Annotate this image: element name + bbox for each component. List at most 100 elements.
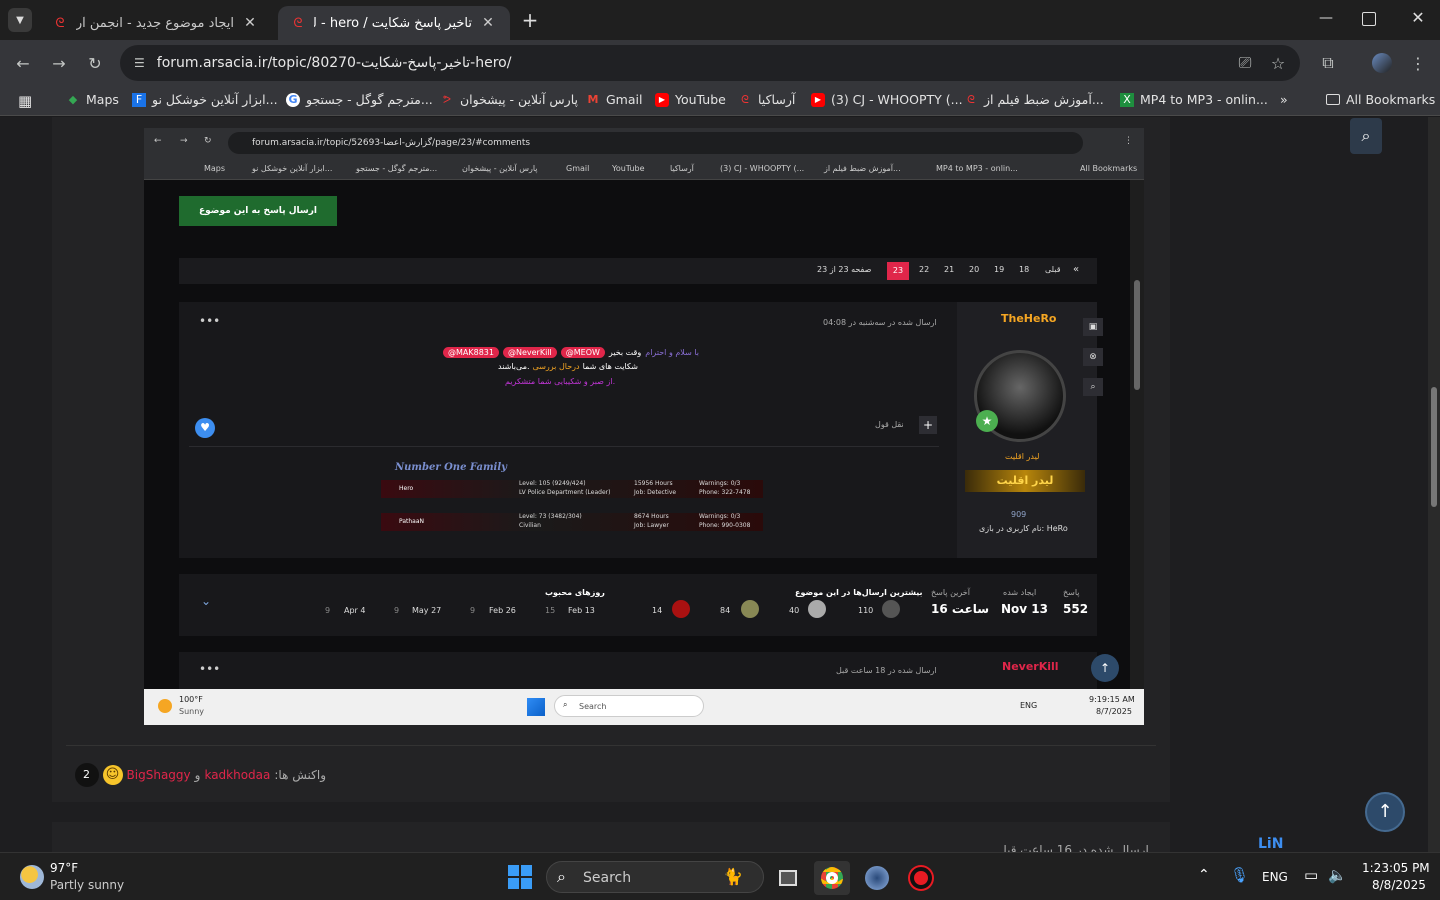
next-author[interactable]: LiN <box>1258 836 1283 852</box>
reload-icon[interactable]: ↻ <box>82 50 108 76</box>
page-scroll-thumb[interactable] <box>1431 387 1437 507</box>
minimize-button[interactable]: — <box>1316 10 1336 30</box>
taskbar-search-text: Search <box>583 870 632 886</box>
search-icon: ⌕ <box>557 867 566 886</box>
more-bookmarks-icon[interactable]: » <box>1280 92 1288 107</box>
sig-job: Job: Detective <box>634 489 677 496</box>
nested-bookmark: آموزش ضبط فیلم از... <box>824 164 901 173</box>
sig-warn: Warnings: 0/3 <box>699 480 741 487</box>
back-icon[interactable]: ← <box>10 50 36 76</box>
nested-bookmark: YouTube <box>612 164 645 173</box>
line2-a: شکایت های شما <box>582 362 638 371</box>
microphone-icon[interactable]: 🎙 <box>1230 866 1249 884</box>
clock-date[interactable]: 8/8/2025 <box>1372 878 1426 892</box>
extensions-icon[interactable]: ⧉ <box>1315 50 1341 76</box>
popular-day-count: 15 <box>545 606 556 615</box>
nested-scrollbar <box>1130 180 1144 689</box>
youtube-icon: ▶ <box>811 92 825 107</box>
rank-badge: لیدر اقلیت <box>965 470 1085 492</box>
bookmark-star-icon[interactable]: ☆ <box>1265 50 1291 76</box>
bookmark-translate[interactable]: G مترجم گوگل - جستجو... <box>286 92 433 107</box>
post-options-icon: ••• <box>199 662 221 676</box>
reaction-user[interactable]: kadkhodaa <box>204 768 270 782</box>
tab-new-topic[interactable]: ᘓ ایجاد موضوع جدید - انجمن آرساکیا ✕ <box>40 6 272 40</box>
all-bookmarks[interactable]: All Bookmarks <box>1326 92 1435 107</box>
bookmark-gmail[interactable]: M Gmail <box>586 92 643 107</box>
mention-3: @MAK8831 <box>443 347 499 358</box>
bookmark-youtube[interactable]: ▶ YouTube <box>655 92 726 107</box>
search-highlight-icon: 🐈 <box>723 867 743 886</box>
tray-expand-icon[interactable]: ⌃ <box>1198 867 1210 883</box>
close-action-icon: ⊗ <box>1083 348 1103 366</box>
popular-day: Feb 13 <box>568 606 595 615</box>
page-19: 19 <box>994 265 1005 274</box>
nested-toolbar: ← → ↻ forum.arsacia.ir/topic/52693-گزارش… <box>144 128 1144 158</box>
weather-desc[interactable]: Partly sunny <box>50 878 124 892</box>
gmail-icon: M <box>587 93 599 106</box>
sig-name: Hero <box>399 485 414 492</box>
nested-bookmark: آرساکیا <box>670 164 694 173</box>
tab-search-button[interactable]: ▼ <box>8 8 32 32</box>
bookmark-tools[interactable]: F ابزار آنلاین خوشکل نو... <box>132 92 278 107</box>
bookmark-cj[interactable]: ▶ (3) CJ - WHOOPTY (... <box>811 92 963 107</box>
poster-count: 110 <box>858 606 874 615</box>
app-circle-icon[interactable] <box>859 861 895 895</box>
poster-avatar <box>808 600 826 618</box>
post: TheHeRo ★ لیدر اقلیت لیدر اقلیت 909 نام … <box>179 302 1103 558</box>
windows-taskbar: 97°F Partly sunny ⌕ Search 🐈 ⌃ 🎙 ENG ▭ 🔈… <box>0 852 1440 900</box>
browser-toolbar: ← → ↻ ☰ forum.arsacia.ir/topic/80270-تاخ… <box>0 40 1440 86</box>
bookmark-arsacia[interactable]: ᘓ آرساکیا <box>738 92 795 107</box>
search-button[interactable]: ⌕ <box>1350 118 1382 154</box>
next-date: ارسال شده در 16 ساعت قبل <box>998 843 1149 852</box>
page-scrollbar[interactable] <box>1428 117 1440 852</box>
network-icon[interactable]: ▭ <box>1304 866 1318 884</box>
bookmark-parsonline[interactable]: ᕗ پارس آنلاین - پیشخوان <box>440 92 578 107</box>
apps-icon[interactable]: ▦ <box>18 92 32 110</box>
nested-bookmark: MP4 to MP3 - onlin... <box>936 164 1018 173</box>
tools-icon: F <box>132 92 146 107</box>
replies-label: پاسخ <box>1063 588 1080 597</box>
sig-name: PathaaN <box>399 518 425 525</box>
forward-icon[interactable]: → <box>46 50 72 76</box>
close-icon[interactable]: ✕ <box>240 15 260 31</box>
divider <box>66 745 1156 746</box>
page-18: 18 <box>1019 265 1030 274</box>
site-info-icon[interactable]: ☰ <box>134 56 145 70</box>
windows-start-icon[interactable] <box>508 865 532 889</box>
weather-cloud-icon[interactable] <box>20 865 44 889</box>
tab-active-topic[interactable]: ᘓ تاخیر پاسخ شکایت / hero - لیدر هیرو ✕ <box>278 6 510 40</box>
record-app-icon[interactable] <box>903 861 939 895</box>
new-tab-button[interactable]: + <box>518 8 542 32</box>
bookmark-mp4tomp3[interactable]: X MP4 to MP3 - onlin... <box>1120 92 1268 107</box>
next-post-date: ارسال شده در 18 ساعت قبل <box>836 666 937 675</box>
menu-icon[interactable]: ⋮ <box>1405 50 1431 76</box>
reaction-user[interactable]: BigShaggy <box>127 768 191 782</box>
nested-bookmark: ابزار آنلاین خوشکل نو... <box>252 164 333 173</box>
task-view-icon[interactable] <box>770 861 806 895</box>
quote-link: نقل قول <box>875 420 904 429</box>
restore-button[interactable] <box>1362 12 1376 26</box>
nested-lang: ENG <box>1020 701 1038 710</box>
google-icon: G <box>286 92 300 107</box>
language-indicator[interactable]: ENG <box>1262 870 1288 884</box>
profile-avatar[interactable] <box>1372 53 1392 73</box>
top-posters-label: بیشترین ارسال‌ها در این موضوع <box>795 588 923 597</box>
chrome-icon[interactable] <box>814 861 850 895</box>
volume-icon[interactable]: 🔈 <box>1328 866 1347 884</box>
clock-time[interactable]: 1:23:05 PM <box>1362 861 1430 875</box>
address-bar[interactable]: ☰ forum.arsacia.ir/topic/80270-تاخیر-پاس… <box>120 45 1300 81</box>
page-current: 23 <box>887 262 909 280</box>
bookmark-recording[interactable]: ᘓ آموزش ضبط فیلم از... <box>964 92 1104 107</box>
reaction-count: 2 <box>74 763 99 787</box>
nested-bookmark: پارس آنلاین - پیشخوان <box>462 164 538 173</box>
post-options-icon: ••• <box>199 314 221 328</box>
install-app-icon[interactable]: ⎚ <box>1232 50 1258 76</box>
taskbar-search[interactable]: ⌕ Search 🐈 <box>546 861 764 893</box>
topic-stats: پاسخ 552 ایجاد شده Nov 13 آخرین پاسخ 16 … <box>179 574 1097 636</box>
close-icon[interactable]: ✕ <box>478 15 498 31</box>
scroll-to-top-button[interactable]: ↑ <box>1365 792 1405 832</box>
bookmark-maps[interactable]: ◆ Maps <box>66 92 119 107</box>
close-window-button[interactable]: ✕ <box>1408 8 1428 28</box>
weather-temp[interactable]: 97°F <box>50 861 78 875</box>
poster-avatar <box>672 600 690 618</box>
